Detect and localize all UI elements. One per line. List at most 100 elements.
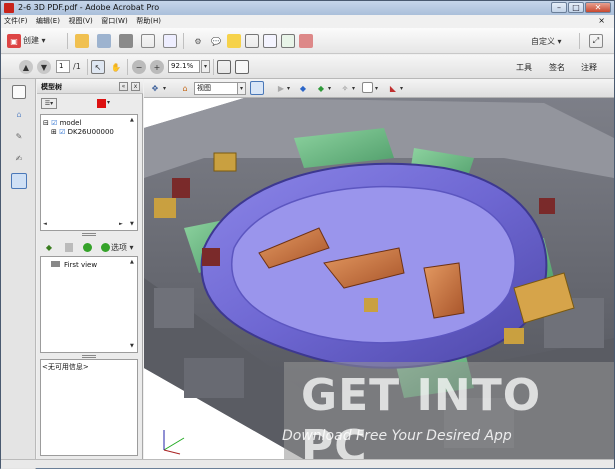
- view-item-first-view[interactable]: First view: [51, 261, 97, 269]
- menu-view[interactable]: 视图(V): [65, 15, 95, 27]
- cross-section-icon[interactable]: ◣: [386, 81, 400, 95]
- sign-pane-link[interactable]: 签名: [549, 62, 565, 73]
- projection-cube-icon[interactable]: ◆: [296, 81, 310, 95]
- edit-document-icon[interactable]: [141, 34, 155, 48]
- scroll-up-arrow[interactable]: ▲: [130, 259, 134, 265]
- menu-help[interactable]: 帮助(H): [133, 15, 164, 27]
- toggle-model-tree-icon[interactable]: [250, 81, 264, 95]
- menu-edit[interactable]: 编辑(E): [33, 15, 63, 27]
- sticky-note-icon[interactable]: [227, 34, 241, 48]
- navigation-pane-icons: ⌂ ✎ ✍: [1, 79, 36, 469]
- settings-gear-icon[interactable]: ⚙: [191, 34, 205, 48]
- print-icon[interactable]: [119, 34, 133, 48]
- splitter-grip[interactable]: [82, 233, 96, 236]
- page-total-label: /1: [73, 62, 81, 71]
- info-box: <无可用信息>: [40, 359, 138, 456]
- save-icon[interactable]: [97, 34, 111, 48]
- page-number-input[interactable]: 1: [56, 60, 70, 73]
- tree-item-dk26u00000[interactable]: ⊞ ☑ DK26U00000: [51, 128, 114, 136]
- background-color-icon[interactable]: [362, 82, 373, 93]
- comment-bubble-icon[interactable]: 💬: [209, 34, 223, 48]
- secure-icon[interactable]: [299, 34, 313, 48]
- color-dropdown-icon[interactable]: ▾: [107, 99, 110, 106]
- attachments-paperclip-icon[interactable]: ✎: [12, 129, 26, 143]
- background-dropdown-icon[interactable]: ▾: [375, 85, 378, 92]
- view-add-icon[interactable]: ◆: [43, 243, 55, 252]
- signatures-icon[interactable]: ✍: [12, 151, 26, 165]
- create-pdf-icon: ▣: [7, 34, 21, 48]
- toolbar-separator: [183, 33, 184, 49]
- close-document-button[interactable]: ×: [595, 15, 608, 26]
- collapse-panel-icon[interactable]: «: [119, 82, 128, 91]
- menu-window[interactable]: 窗口(W): [98, 15, 130, 27]
- create-button[interactable]: 创建 ▾: [23, 35, 46, 46]
- watermark-subtitle: Download Free Your Desired App: [282, 428, 512, 444]
- toolbar-separator: [579, 33, 580, 49]
- hand-tool-icon[interactable]: ✋: [109, 60, 123, 74]
- page-thumbnails-icon[interactable]: [12, 85, 26, 99]
- zoom-in-icon[interactable]: +: [150, 60, 164, 74]
- rotate-dropdown-icon[interactable]: ▾: [163, 85, 166, 92]
- info-text: <无可用信息>: [42, 363, 89, 371]
- previous-page-icon[interactable]: ▲: [19, 60, 33, 74]
- render-mode-icon[interactable]: ◆: [314, 81, 328, 95]
- view-prev-icon[interactable]: [101, 243, 110, 252]
- view-delete-icon[interactable]: [65, 243, 73, 252]
- tree-item-model[interactable]: ⊟ ☑ model: [43, 119, 81, 127]
- scroll-up-arrow[interactable]: ▲: [130, 117, 134, 123]
- maximize-button[interactable]: □: [568, 2, 584, 13]
- lighting-icon[interactable]: ✧: [338, 81, 352, 95]
- minimize-button[interactable]: –: [551, 2, 567, 13]
- zoom-dropdown-icon[interactable]: ▾: [201, 60, 210, 73]
- status-bar: [1, 459, 614, 468]
- scroll-down-arrow[interactable]: ▼: [130, 221, 134, 227]
- scroll-left-arrow[interactable]: ◄: [43, 221, 47, 227]
- open-folder-icon[interactable]: [75, 34, 89, 48]
- view-dropdown-icon[interactable]: ▾: [237, 82, 246, 95]
- color-swatch-icon[interactable]: [97, 99, 106, 108]
- email-icon[interactable]: [163, 34, 177, 48]
- toolbar-separator: [213, 59, 214, 75]
- fit-page-icon[interactable]: [217, 60, 231, 74]
- model-tree-icon[interactable]: [11, 173, 27, 189]
- view-select[interactable]: 视图: [194, 82, 238, 95]
- toolbar-separator: [67, 33, 68, 49]
- bookmarks-icon[interactable]: ⌂: [12, 107, 26, 121]
- zoom-input[interactable]: 92.1%: [168, 60, 200, 73]
- home-view-icon[interactable]: ⌂: [178, 81, 192, 95]
- document-icon[interactable]: [263, 34, 277, 48]
- rotate-3d-icon[interactable]: ✥: [148, 81, 162, 95]
- lighting-dropdown-icon[interactable]: ▾: [352, 85, 355, 92]
- tree-options-icon[interactable]: ☰▾: [41, 98, 57, 109]
- menu-file[interactable]: 文件(F): [1, 15, 31, 27]
- panel-header: 模型树 « x: [37, 79, 143, 94]
- attach-file-icon[interactable]: [245, 34, 259, 48]
- export-icon[interactable]: [281, 34, 295, 48]
- render-dropdown-icon[interactable]: ▾: [328, 85, 331, 92]
- document-viewport[interactable]: ✥ ▾ ⌂ 视图 ▾ ▶ ▾ ◆ ◆ ▾ ✧ ▾ ▾ ◣ ▾ GET INTO …: [144, 79, 614, 465]
- scroll-down-arrow[interactable]: ▼: [130, 343, 134, 349]
- toolbar-separator: [127, 59, 128, 75]
- splitter-grip[interactable]: [82, 355, 96, 358]
- options-dropdown[interactable]: 选项 ▾: [111, 242, 134, 253]
- expand-icon[interactable]: ⤢: [589, 34, 603, 48]
- model-tree-panel: 模型树 « x ☰▾ ▾ ⊟ ☑ model ⊞ ☑ DK26U00000 ▲ …: [37, 79, 143, 459]
- full-screen-icon[interactable]: [235, 60, 249, 74]
- menu-bar: 文件(F) 编辑(E) 视图(V) 窗口(W) 帮助(H) ×: [1, 15, 614, 27]
- next-page-icon[interactable]: ▼: [37, 60, 51, 74]
- main-toolbar: ▣ 创建 ▾ ⚙ 💬 自定义 ▾ ⤢: [1, 28, 614, 54]
- view-next-icon[interactable]: [83, 243, 92, 252]
- 3d-model-render[interactable]: GET INTO PC Download Free Your Desired A…: [144, 98, 614, 465]
- play-animation-icon[interactable]: ▶: [274, 81, 288, 95]
- select-cursor-icon[interactable]: ↖: [91, 60, 105, 74]
- zoom-out-icon[interactable]: −: [132, 60, 146, 74]
- tools-pane-link[interactable]: 工具: [516, 62, 532, 73]
- scroll-right-arrow[interactable]: ►: [119, 221, 123, 227]
- cross-section-dropdown-icon[interactable]: ▾: [400, 85, 403, 92]
- comment-pane-link[interactable]: 注释: [581, 62, 597, 73]
- close-window-button[interactable]: ✕: [585, 2, 611, 13]
- animation-dropdown-icon[interactable]: ▾: [287, 85, 290, 92]
- watermark-title: GET INTO PC: [301, 370, 542, 465]
- panel-close-icon[interactable]: x: [131, 82, 140, 91]
- customize-dropdown[interactable]: 自定义 ▾: [531, 36, 562, 47]
